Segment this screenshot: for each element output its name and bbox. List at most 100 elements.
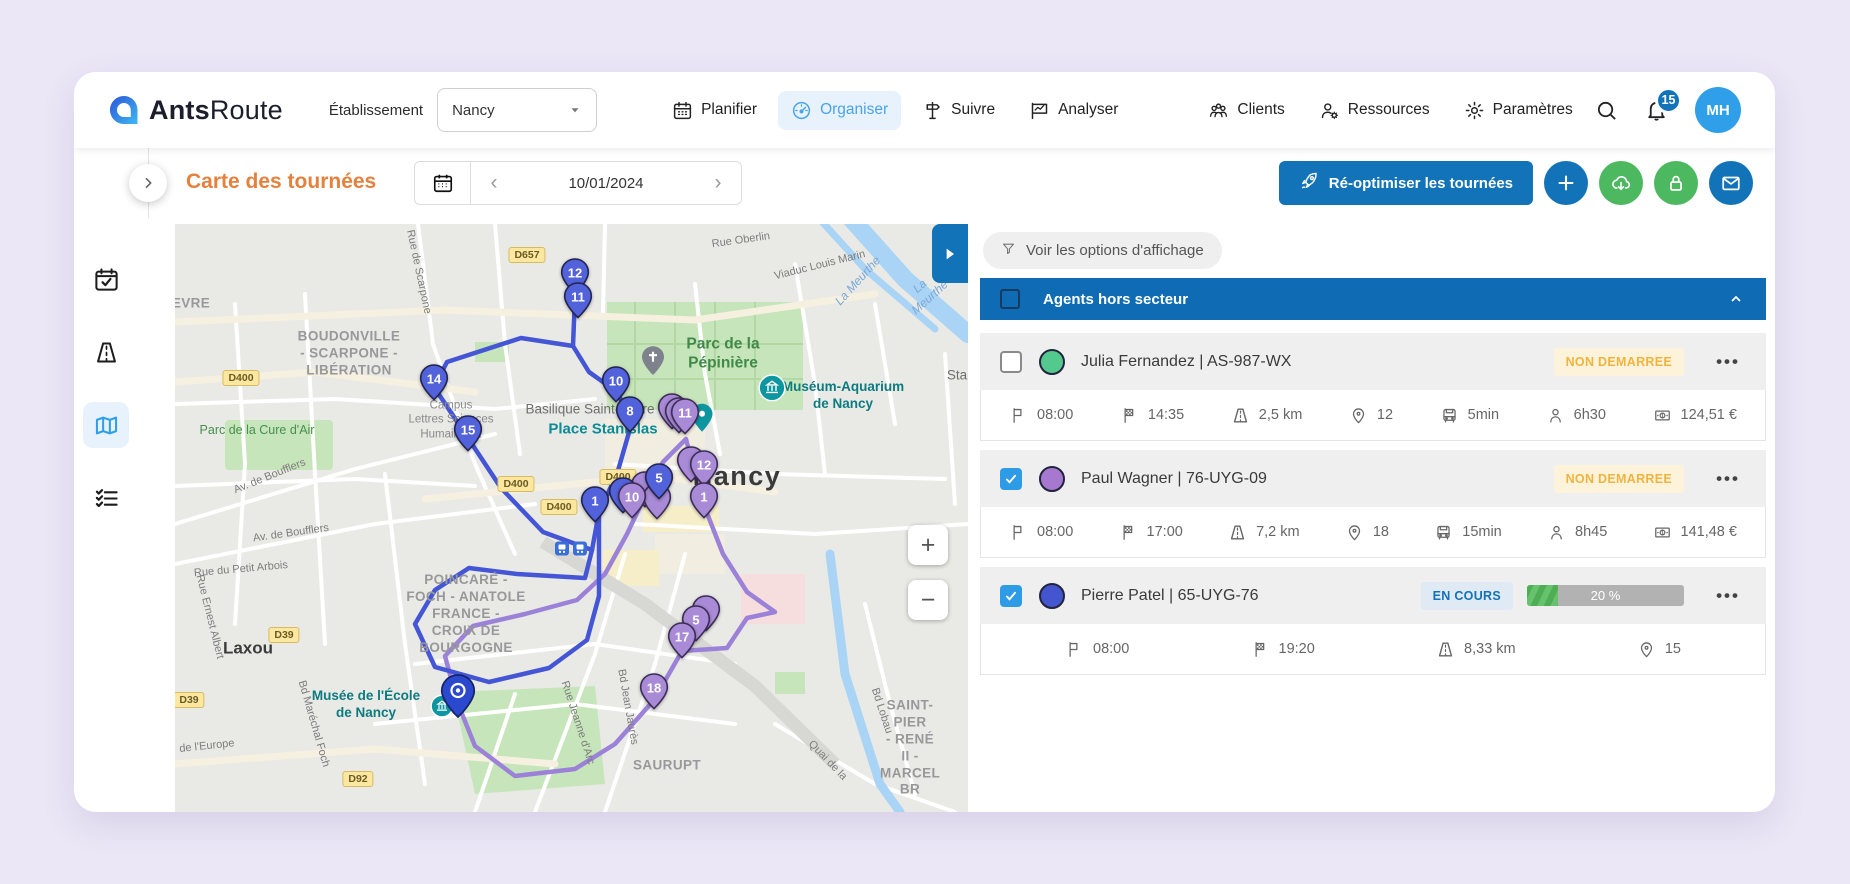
map-label: Bd Maréchal Foch: [294, 679, 332, 769]
agents-group-header[interactable]: Agents hors secteur: [980, 278, 1766, 320]
display-options-button[interactable]: Voir les options d'affichage: [983, 232, 1222, 269]
mail-button[interactable]: [1709, 161, 1753, 205]
flag-start-icon: [1065, 640, 1084, 659]
stop-marker-blue-11[interactable]: 11: [564, 282, 593, 324]
settings-icon: [1464, 100, 1485, 121]
stop-marker-purple-10[interactable]: 10: [618, 482, 647, 524]
agent-stat: 08:00: [1009, 523, 1073, 542]
export-button[interactable]: [1599, 161, 1643, 205]
signpost-icon: [922, 100, 943, 121]
stop-marker-purple-11[interactable]: 11: [671, 398, 700, 440]
svg-text:1: 1: [1660, 530, 1663, 536]
stop-marker-blue-5[interactable]: 5: [645, 463, 674, 505]
antsroute-logo[interactable]: AntsRoute: [108, 94, 283, 126]
agent-stat: 15min: [1434, 523, 1502, 542]
agent-menu-button[interactable]: •••: [1710, 352, 1746, 372]
chevron-up-icon[interactable]: [1728, 291, 1744, 307]
prev-day-button[interactable]: ‹: [471, 171, 517, 195]
reoptimize-button[interactable]: Ré-optimiser les tournées: [1279, 161, 1533, 205]
group-checkbox[interactable]: [1000, 289, 1020, 309]
main-window: AntsRoute Établissement Nancy PlanifierO…: [74, 72, 1775, 812]
agent-stat: 2,5 km: [1231, 406, 1303, 425]
nav-item-label: Analyser: [1058, 101, 1118, 119]
zoom-out-button[interactable]: −: [908, 580, 948, 620]
museum-poi: [759, 374, 786, 406]
svg-text:12: 12: [697, 457, 711, 472]
person-icon: [1546, 406, 1565, 425]
road-icon: [1231, 406, 1250, 425]
nav-item-label: Paramètres: [1493, 101, 1573, 119]
stop-marker-blue-15[interactable]: 15: [454, 415, 483, 457]
user-avatar[interactable]: MH: [1695, 87, 1741, 133]
nav-item-suivre[interactable]: Suivre: [909, 91, 1008, 130]
origin-pin-poi: [440, 674, 476, 724]
stat-value: 08:00: [1093, 641, 1129, 657]
agent-row-header[interactable]: Julia Fernandez | AS-987-WXNON DEMARREE•…: [980, 333, 1766, 390]
stop-marker-purple-18[interactable]: 18: [640, 673, 669, 715]
road-badge: D92: [342, 771, 373, 787]
agent-row-header[interactable]: Paul Wagner | 76-UYG-09NON DEMARREE•••: [980, 450, 1766, 507]
nav-item-planifier[interactable]: Planifier: [659, 91, 770, 130]
flag-start-icon: [1009, 523, 1028, 542]
next-day-button[interactable]: ›: [695, 171, 741, 195]
vehicle-icon: [1434, 523, 1453, 542]
agent-checkbox[interactable]: [1000, 351, 1022, 373]
map-label: Viaduc Louis Marin: [773, 248, 867, 284]
zoom-in-button[interactable]: +: [908, 525, 948, 565]
agent-menu-button[interactable]: •••: [1710, 469, 1746, 489]
content-area: Rue OberlinViaduc Louis MarinLa MeurtheL…: [74, 218, 1775, 812]
planning-tool[interactable]: [83, 256, 129, 302]
stat-value: 18: [1373, 524, 1389, 540]
establishment-select[interactable]: Nancy: [437, 88, 597, 132]
stop-marker-purple-1[interactable]: 1: [690, 482, 719, 524]
quick-actions: [1544, 161, 1753, 205]
map-label: Muséum-Aquarium de Nancy: [782, 379, 904, 413]
routes-map[interactable]: Rue OberlinViaduc Louis MarinLa MeurtheL…: [175, 224, 968, 812]
agent-checkbox[interactable]: [1000, 468, 1022, 490]
nav-item-ressources[interactable]: Ressources: [1306, 91, 1443, 130]
svg-text:18: 18: [647, 680, 661, 695]
map-zoom-controls: + −: [908, 525, 948, 620]
nav-item-organiser[interactable]: Organiser: [778, 91, 901, 130]
agent-stat: 15: [1637, 640, 1681, 659]
collapse-map-button[interactable]: [932, 224, 968, 283]
stop-marker-blue-1[interactable]: 1: [581, 486, 610, 528]
top-navbar: AntsRoute Établissement Nancy PlanifierO…: [74, 72, 1775, 148]
calendar-picker-icon[interactable]: [415, 162, 471, 204]
svg-text:15: 15: [461, 422, 475, 437]
map-label: Parc de la Cure d'Air: [200, 423, 315, 439]
clients-icon: [1208, 100, 1229, 121]
notifications-bell-icon[interactable]: 15: [1645, 99, 1668, 122]
map-tool[interactable]: [83, 402, 129, 448]
agent-stat: 7,2 km: [1228, 523, 1300, 542]
nav-item-label: Organiser: [820, 101, 888, 119]
svg-text:14: 14: [427, 371, 442, 386]
lock-button[interactable]: [1654, 161, 1698, 205]
add-button[interactable]: [1544, 161, 1588, 205]
routes-tool[interactable]: [83, 329, 129, 375]
agent-menu-button[interactable]: •••: [1710, 586, 1746, 606]
funnel-icon: [1001, 241, 1016, 260]
map-label: de l'Europe: [179, 737, 235, 756]
agent-row-header[interactable]: Pierre Patel | 65-UYG-76EN COURS20 %•••: [980, 567, 1766, 624]
stop-marker-blue-14[interactable]: 14: [420, 364, 449, 406]
stop-marker-purple-17[interactable]: 17: [668, 622, 697, 664]
brand-name: AntsRoute: [149, 95, 283, 126]
nav-item-paramètres[interactable]: Paramètres: [1451, 91, 1586, 130]
agent-checkbox[interactable]: [1000, 585, 1022, 607]
stop-marker-blue-8[interactable]: 8: [616, 396, 645, 438]
map-label: Parc de la Pépinière: [686, 335, 759, 374]
expand-panel-button[interactable]: [129, 164, 167, 202]
brand-mark-icon: [108, 94, 140, 126]
stat-value: 15min: [1462, 524, 1502, 540]
establishment-value: Nancy: [452, 102, 495, 119]
svg-text:11: 11: [678, 405, 692, 420]
map-label: Av. de Boufflers: [232, 456, 308, 497]
agent-color-dot: [1039, 466, 1065, 492]
tasks-tool[interactable]: [83, 475, 129, 521]
nav-item-analyser[interactable]: Analyser: [1016, 91, 1131, 130]
calendar-icon: [672, 100, 693, 121]
nav-item-clients[interactable]: Clients: [1195, 91, 1297, 130]
search-icon[interactable]: [1595, 99, 1618, 122]
stat-value: 2,5 km: [1259, 407, 1303, 423]
